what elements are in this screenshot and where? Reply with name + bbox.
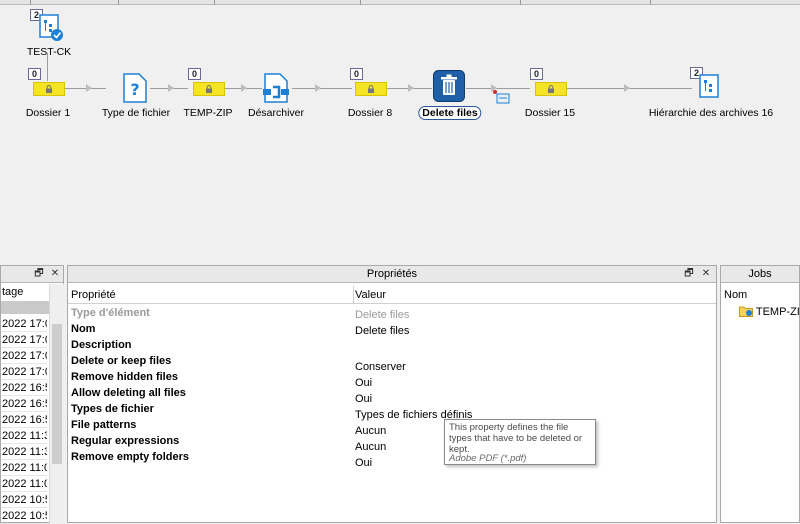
node-label: Dossier 15 [524,107,576,119]
property-name: Nom [71,323,96,335]
node-label: TEMP-ZIP [183,107,233,119]
flow-node-delete-files[interactable] [433,70,465,105]
locked-folder-icon [33,82,65,96]
node-label-selected: Delete files [418,106,482,120]
list-item[interactable]: 2022 11:01 [1,460,47,476]
hierarchy-icon [39,14,63,41]
job-item-label: TEMP-ZIP [755,306,800,318]
trash-bin-icon [433,70,465,102]
list-item[interactable]: 2022 11:37 [1,428,47,444]
properties-panel: Propriétés 🗗 ✕ Propriété Valeur Type d'é… [67,265,717,523]
table-row[interactable]: Types de fichier Types de fichiers défini… [68,402,716,421]
property-name: Regular expressions [71,435,180,447]
column-divider[interactable] [353,286,354,304]
restore-window-icon[interactable]: 🗗 [33,267,45,280]
history-panel-header: 🗗 ✕ [1,266,63,283]
list-item[interactable]: 2022 16:50 [1,380,47,396]
locked-folder-icon [355,82,387,96]
table-row[interactable]: Allow deleting all files Oui [68,386,716,405]
connector-line [292,88,352,89]
table-row[interactable]: Remove hidden files Oui [68,370,716,389]
close-icon[interactable]: ✕ [700,267,712,280]
arrow-icon [624,84,630,92]
table-row[interactable]: Delete or keep files Conserver [68,354,716,373]
flow-node-desarchiver[interactable] [262,73,290,106]
node-label: Désarchiver [247,107,305,119]
list-item[interactable]: 2022 17:02 [1,348,47,364]
property-value[interactable]: Delete files [355,308,409,323]
table-row[interactable]: Type d'élément Delete files [68,306,716,322]
properties-panel-header: Propriétés 🗗 ✕ [68,266,716,283]
property-value[interactable]: Delete files [355,324,409,339]
property-value[interactable]: Oui [355,456,372,471]
properties-panel-title: Propriétés [366,268,418,280]
tooltip-example: Adobe PDF (*.pdf) [449,453,527,464]
property-name: Description [71,339,132,351]
table-row[interactable]: Description [68,338,716,354]
properties-grid-header: Propriété Valeur [68,286,716,304]
node-count-badge: 0 [350,68,363,80]
list-item[interactable]: 2022 11:01 [1,476,47,492]
locked-folder-icon [193,82,225,96]
jobs-panel: Jobs Nom TEMP-ZIP [720,265,800,523]
node-label: Type de fichier [101,107,171,119]
column-header-date[interactable]: tage [1,284,49,302]
property-name: Types de fichier [71,403,154,415]
flow-node-type-de-fichier[interactable]: ? [122,73,148,106]
jobs-panel-header: Jobs [721,266,799,283]
selected-row[interactable] [1,302,49,314]
vertical-scrollbar[interactable] [49,284,64,524]
job-folder-icon [739,306,753,317]
arrow-icon [86,84,92,92]
svg-text:?: ? [130,80,139,99]
unarchive-icon [263,73,289,103]
list-item[interactable]: 2022 11:37 [1,444,47,460]
column-header-value[interactable]: Valeur [355,289,386,301]
list-item[interactable]: 2022 16:50 [1,412,47,428]
node-count-badge: 0 [28,68,41,80]
table-row[interactable]: File patterns Aucun [68,418,716,437]
file-queue-icon[interactable] [492,89,510,105]
list-item[interactable]: 2022 17:02 [1,364,47,380]
restore-window-icon[interactable]: 🗗 [683,267,695,280]
table-row[interactable]: Nom Delete files [68,322,716,338]
list-item[interactable]: 2022 10:53 [1,492,47,508]
list-item[interactable]: 2022 10:53 [1,508,47,524]
arrow-icon [168,84,174,92]
property-name: Remove empty folders [71,451,189,463]
table-row[interactable]: Regular expressions Aucun [68,434,716,453]
flow-canvas[interactable]: 2 TEST-CK 0 Dossier 1 ? Type de fichier … [0,5,800,260]
history-panel: 🗗 ✕ tage 2022 17:032022 17:032022 17:022… [0,265,64,524]
arrow-icon [241,84,247,92]
arrow-icon [315,84,321,92]
list-item[interactable]: 2022 17:03 [1,332,47,348]
node-label: TEST-CK [26,46,72,58]
table-row[interactable]: Remove empty folders Oui [68,450,716,469]
list-item[interactable]: 2022 17:03 [1,316,47,332]
connector-line [64,88,106,89]
hierarchy-icon [699,74,719,98]
column-header-name[interactable]: Nom [724,289,747,301]
property-name: Delete or keep files [71,355,172,367]
property-name: Remove hidden files [71,371,178,383]
tooltip-text: This property defines the file types tha… [449,422,583,455]
node-count-badge: 0 [188,68,201,80]
node-count-badge: 0 [530,68,543,80]
node-label: Dossier 8 [347,107,393,119]
column-header-property[interactable]: Propriété [71,289,116,301]
arrow-icon [408,84,414,92]
close-icon[interactable]: ✕ [49,267,61,280]
node-label: Hiérarchie des archives 16 [648,107,774,119]
job-item[interactable]: TEMP-ZIP [739,305,800,318]
jobs-panel-title: Jobs [748,268,772,280]
property-name: Allow deleting all files [71,387,186,399]
file-type-question-icon: ? [123,73,147,103]
property-name: File patterns [71,419,137,431]
locked-folder-icon [535,82,567,96]
property-tooltip: This property defines the file types tha… [444,419,596,465]
node-label: Dossier 1 [25,107,71,119]
scrollbar-thumb[interactable] [52,324,62,464]
list-item[interactable]: 2022 16:50 [1,396,47,412]
property-name: Type d'élément [71,307,150,319]
